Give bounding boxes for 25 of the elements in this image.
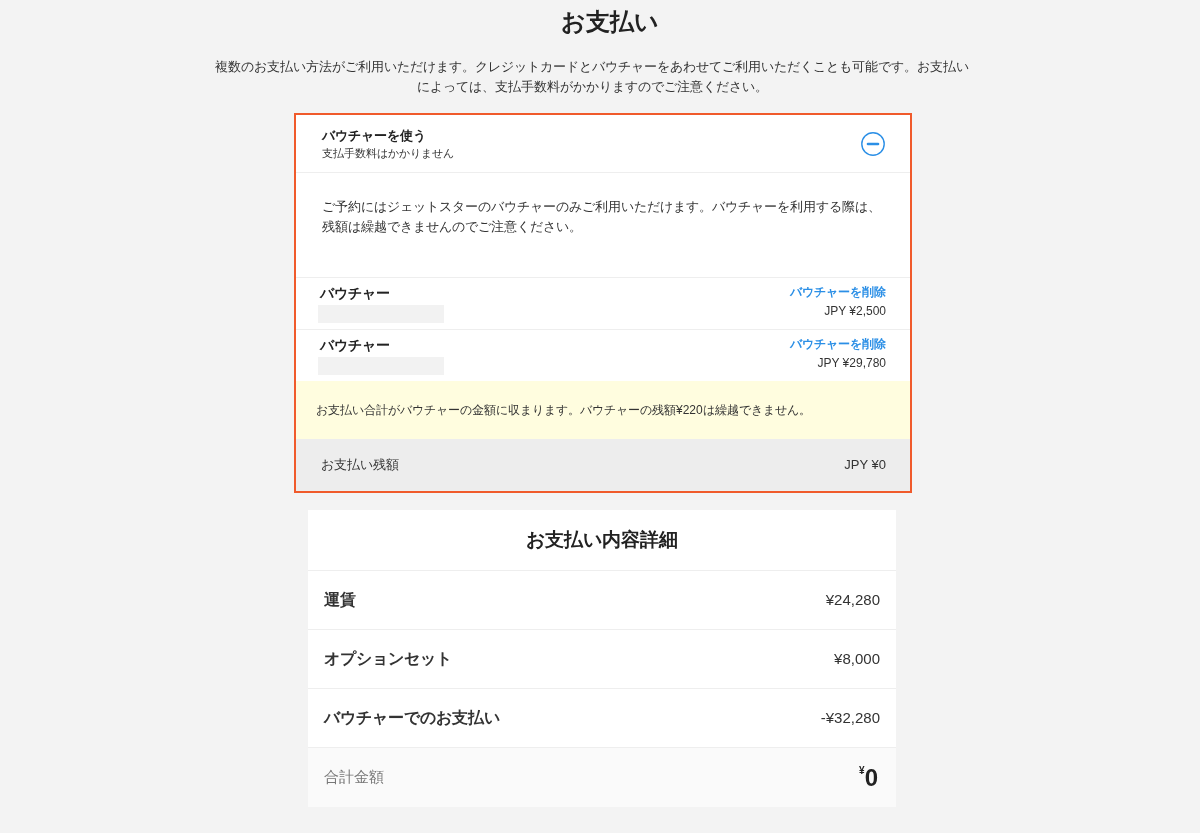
panel-subtitle: 支払手数料はかかりません [322, 145, 454, 161]
voucher-amount: JPY ¥2,500 [824, 303, 886, 320]
voucher-label: バウチャー [320, 336, 391, 354]
detail-label: 運賃 [324, 590, 356, 610]
remove-voucher-link[interactable]: バウチャーを削除 [790, 336, 886, 353]
panel-title: バウチャーを使う [322, 126, 427, 145]
info-text: ご予約にはジェットスターのバウチャーのみご利用いただけます。バウチャーを利用する際は、残額は繰越できませんのでご注意ください。 [322, 198, 882, 236]
detail-label: バウチャーでのお支払い [324, 708, 500, 728]
details-title: お支払い内容詳細 [526, 527, 678, 552]
detail-amount: ¥8,000 [834, 648, 880, 669]
total-amount: ¥0 [859, 763, 878, 792]
detail-amount: -¥32,280 [820, 707, 880, 728]
balance-amount: JPY ¥0 [844, 456, 886, 475]
notice-text: お支払い合計がバウチャーの金額に収まります。バウチャーの残額¥220は繰越できません。 [316, 402, 811, 419]
detail-amount: ¥24,280 [825, 589, 880, 610]
total-label: 合計金額 [324, 767, 384, 788]
detail-label: オプションセット [324, 649, 452, 669]
page-title: お支払い [561, 7, 659, 37]
voucher-label: バウチャー [320, 284, 391, 302]
voucher-amount: JPY ¥29,780 [817, 355, 886, 372]
collapse-icon[interactable] [861, 131, 885, 156]
description-text: 複数のお支払い方法がご利用いただけます。クレジットカードとバウチャーをあわせてご利用いただくことも可能です。お支払い [215, 58, 969, 76]
remove-voucher-link[interactable]: バウチャーを削除 [790, 284, 886, 301]
description-text: によっては、支払手数料がかかりますのでご注意ください。 [416, 78, 768, 96]
balance-label: お支払い残額 [321, 456, 399, 475]
